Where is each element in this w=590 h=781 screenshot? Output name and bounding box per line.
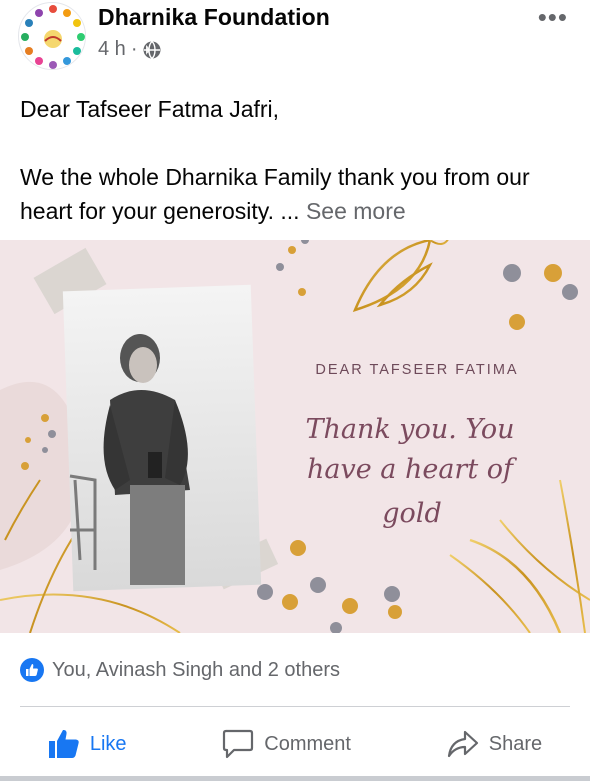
post-header: Dharnika Foundation 4 h · •••: [0, 0, 590, 76]
comment-icon: [223, 729, 254, 759]
reactions-summary[interactable]: You, Avinash Singh and 2 others: [0, 652, 590, 688]
post-paragraph: We the whole Dharnika Family thank you f…: [20, 160, 575, 228]
post-time[interactable]: 4 h: [98, 38, 126, 61]
post-body: Dear Tafseer Fatma Jafri, We the whole D…: [20, 92, 575, 228]
post-greeting: Dear Tafseer Fatma Jafri,: [20, 96, 280, 122]
meta-separator: ·: [130, 38, 138, 60]
card-line-2: have a heart of: [307, 454, 517, 485]
donor-photo: [62, 284, 262, 592]
like-label: Like: [89, 732, 127, 755]
reactions-text[interactable]: You, Avinash Singh and 2 others: [52, 659, 340, 682]
card-line-1: Thank you. You: [305, 414, 514, 445]
action-bar: Like Comment Share: [0, 718, 590, 770]
like-reaction-icon: [20, 658, 44, 682]
post-meta: 4 h ·: [98, 38, 162, 61]
like-button[interactable]: Like: [48, 729, 127, 759]
post-separator-bar: [0, 776, 590, 781]
comment-label: Comment: [264, 732, 351, 755]
page-avatar[interactable]: [18, 2, 86, 70]
actions-divider: [20, 706, 570, 707]
more-options-icon[interactable]: •••: [538, 2, 568, 33]
see-more-link[interactable]: See more: [306, 198, 406, 224]
post-message: We the whole Dharnika Family thank you f…: [20, 164, 530, 224]
thank-you-card: DEAR TAFSEER FATIMA Thank you. You have …: [0, 240, 590, 633]
card-line-3: gold: [382, 498, 441, 529]
comment-button[interactable]: Comment: [222, 729, 351, 759]
page-name[interactable]: Dharnika Foundation: [98, 4, 330, 31]
card-heading: DEAR TAFSEER FATIMA: [315, 362, 518, 378]
share-button[interactable]: Share: [447, 729, 542, 759]
globe-icon: [143, 40, 161, 59]
share-label: Share: [488, 732, 543, 755]
post-image[interactable]: DEAR TAFSEER FATIMA Thank you. You have …: [0, 240, 590, 633]
foundation-logo-icon: [20, 4, 85, 69]
share-icon: [447, 730, 478, 758]
thumbs-up-icon: [48, 729, 79, 758]
